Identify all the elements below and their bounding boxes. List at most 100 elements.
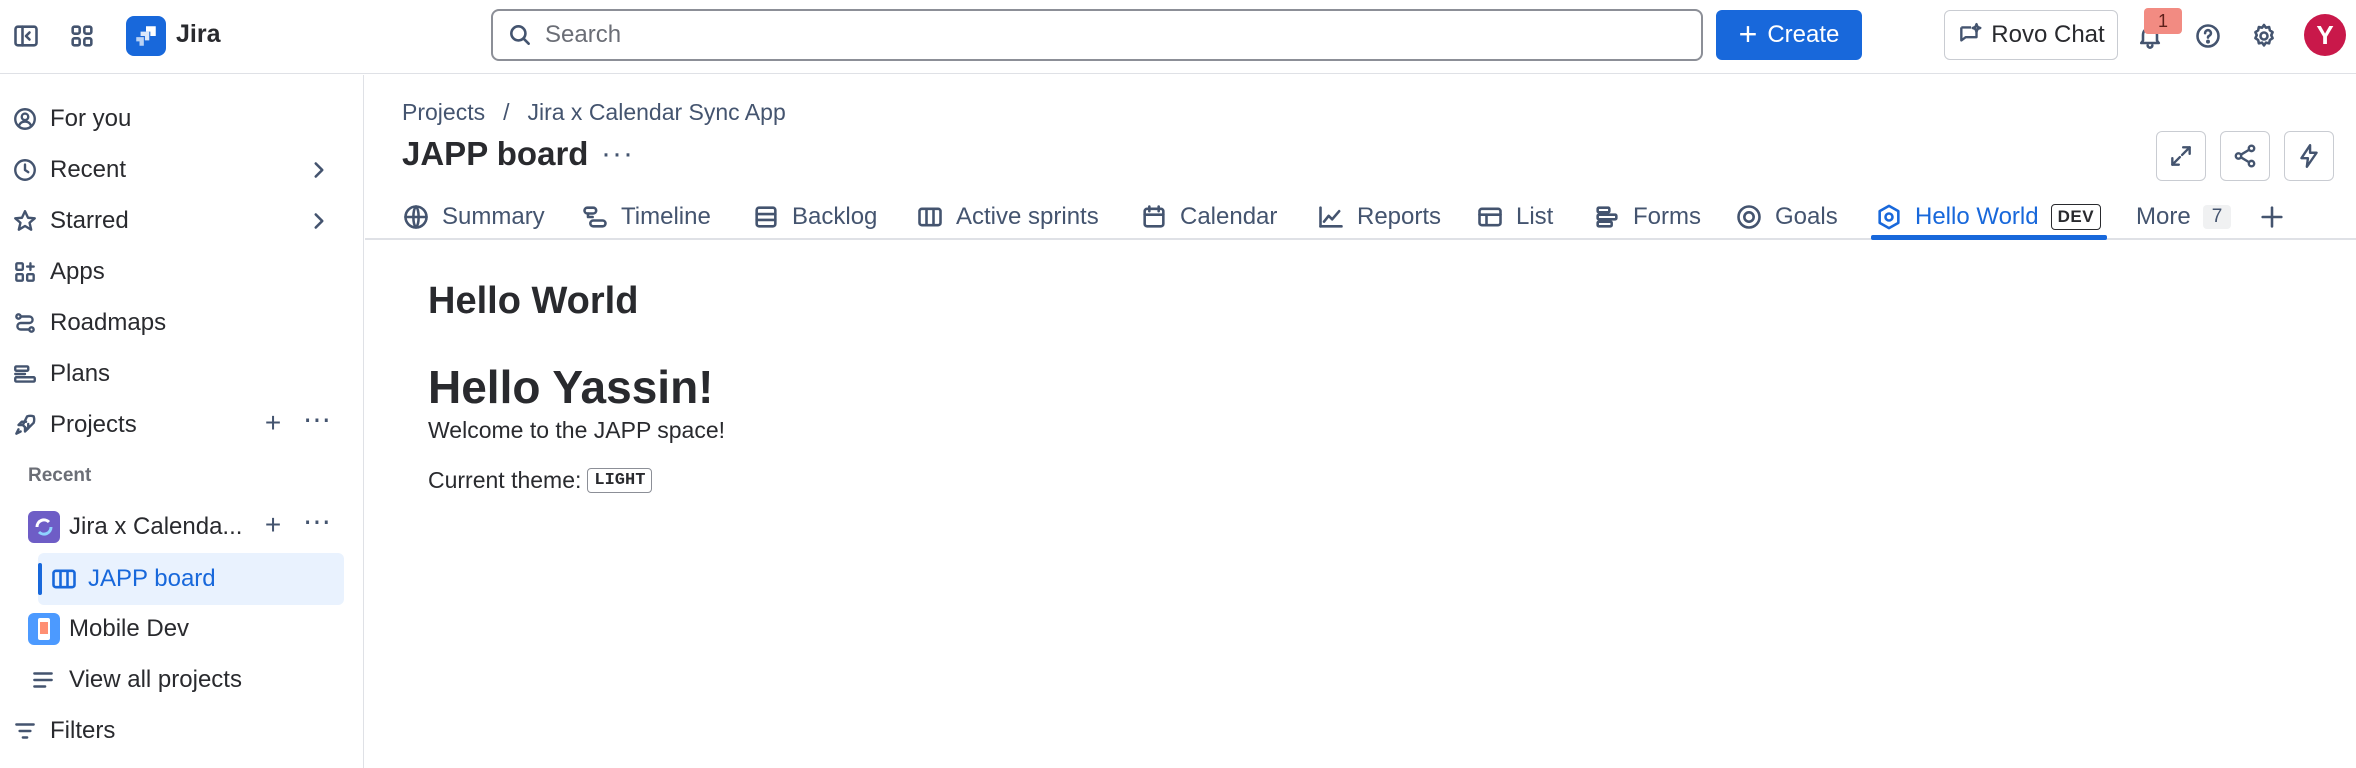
board-label: JAPP board [88, 565, 216, 592]
goal-icon [1737, 204, 1761, 229]
tab-goals[interactable]: Goals [1735, 195, 1838, 238]
user-circle-icon [10, 104, 40, 134]
sidebar-item-label: Projects [50, 411, 137, 438]
sidebar-item-japp-board[interactable]: JAPP board [38, 553, 344, 605]
board-icon [918, 207, 942, 226]
selected-indicator [38, 563, 42, 595]
sidebar-item-roadmaps[interactable]: Roadmaps [0, 300, 344, 346]
sidebar-item-label: Plans [50, 360, 111, 387]
tab-label: Active sprints [956, 202, 1099, 230]
main-content: Projects / Jira x Calendar Sync App JAPP… [365, 75, 2356, 768]
project-label: Mobile Dev [69, 615, 190, 642]
tab-hello-world[interactable]: Hello World DEV [1875, 195, 2102, 238]
jira-logo-icon[interactable] [126, 16, 166, 56]
plus-icon [2261, 205, 2283, 228]
sidebar-item-label: Starred [50, 207, 129, 234]
sidebar-project-mobile-dev[interactable]: Mobile Dev [0, 606, 344, 652]
sidebar-item-label: View all projects [69, 666, 242, 693]
project-avatar-icon [28, 613, 60, 645]
tab-list[interactable]: List [1476, 195, 1553, 238]
tab-active-sprints[interactable]: Active sprints [916, 195, 1099, 238]
project-more-icon[interactable]: ⋯ [302, 506, 332, 537]
sidebar-item-view-all-projects[interactable]: View all projects [0, 657, 344, 703]
tab-label: Summary [442, 202, 545, 230]
top-navigation-bar: Jira + Create Rovo Chat 1 Y [0, 0, 2356, 74]
breadcrumb-projects-link[interactable]: Projects [402, 99, 485, 126]
calendar-icon [1143, 204, 1165, 228]
project-label: Jira x Calenda... [69, 513, 243, 540]
tab-label: Hello World [1915, 202, 2039, 230]
tab-label: Timeline [621, 202, 711, 230]
more-count-badge: 7 [2202, 204, 2232, 229]
help-icon[interactable] [2188, 16, 2228, 56]
sidebar-item-plans[interactable]: Plans [0, 351, 344, 397]
recent-projects-heading: Recent [28, 465, 92, 486]
tab-label: Goals [1775, 202, 1838, 230]
sidebar-project-jira-calendar[interactable]: Jira x Calenda... [0, 504, 344, 550]
create-button[interactable]: + Create [1716, 10, 1862, 60]
search-field[interactable] [491, 9, 1703, 61]
tab-label: Calendar [1180, 202, 1278, 230]
tab-reports[interactable]: Reports [1317, 195, 1441, 238]
tab-summary[interactable]: Summary [402, 195, 545, 238]
forms-icon [1596, 205, 1618, 228]
active-tab-indicator [1871, 235, 2107, 240]
sidebar-item-recent[interactable]: Recent [0, 147, 344, 193]
greeting-heading: Hello Yassin! [428, 361, 714, 413]
collapse-sidebar-icon[interactable] [6, 16, 46, 56]
tab-more[interactable]: More 7 [2136, 195, 2232, 238]
share-button[interactable] [2220, 131, 2270, 181]
board-more-actions-icon[interactable]: ··· [601, 137, 634, 171]
page-title: JAPP board [402, 135, 589, 172]
dev-lozenge: DEV [2050, 203, 2102, 230]
fullscreen-button[interactable] [2156, 131, 2206, 181]
tab-forms[interactable]: Forms [1593, 195, 1701, 238]
add-project-icon[interactable]: + [258, 407, 288, 438]
tab-timeline[interactable]: Timeline [581, 195, 711, 238]
settings-gear-icon[interactable] [2244, 16, 2284, 56]
search-icon [510, 25, 530, 45]
sidebar: For you Recent Starred Apps Roadmaps Pla… [0, 75, 364, 768]
app-switcher-icon[interactable] [62, 16, 102, 56]
globe-icon [404, 204, 428, 229]
sidebar-item-for-you[interactable]: For you [0, 96, 344, 142]
tab-calendar[interactable]: Calendar [1140, 195, 1277, 238]
sidebar-item-projects[interactable]: Projects [0, 402, 344, 448]
add-tab-icon[interactable] [2258, 195, 2286, 238]
tab-label: Backlog [792, 202, 878, 230]
plans-icon [10, 359, 40, 389]
app-name[interactable]: Jira [176, 20, 220, 49]
breadcrumb-project-link[interactable]: Jira x Calendar Sync App [527, 99, 785, 126]
sidebar-item-filters[interactable]: Filters [0, 708, 344, 754]
chevron-right-icon[interactable] [306, 208, 332, 234]
rocket-icon [10, 410, 40, 440]
sidebar-item-starred[interactable]: Starred [0, 198, 344, 244]
sidebar-item-label: Filters [50, 717, 116, 744]
backlog-icon [755, 205, 777, 228]
lightning-icon [2300, 143, 2318, 169]
theme-line: Current theme: LIGHT [428, 467, 653, 494]
app-page-heading: Hello World [428, 280, 639, 322]
sidebar-item-apps[interactable]: Apps [0, 249, 344, 295]
search-input[interactable] [545, 21, 1645, 49]
share-icon [2234, 144, 2256, 168]
automation-button[interactable] [2284, 131, 2334, 181]
app-hex-icon [1878, 204, 1900, 229]
apps-icon [10, 257, 40, 287]
chevron-right-icon[interactable] [306, 157, 332, 183]
add-item-icon[interactable]: + [258, 509, 288, 540]
notification-count-badge: 1 [2144, 8, 2182, 34]
projects-more-icon[interactable]: ⋯ [302, 404, 332, 435]
tab-label: More [2136, 202, 2191, 230]
tab-backlog[interactable]: Backlog [752, 195, 877, 238]
clock-icon [10, 155, 40, 185]
theme-value-code: LIGHT [587, 468, 653, 493]
star-icon [10, 206, 40, 236]
tab-label: Forms [1633, 202, 1701, 230]
user-avatar[interactable]: Y [2304, 14, 2346, 56]
list-icon [1478, 207, 1502, 226]
create-button-label: Create [1767, 21, 1840, 48]
sidebar-item-label: Roadmaps [50, 309, 167, 336]
rovo-chat-button[interactable]: Rovo Chat [1944, 10, 2118, 60]
breadcrumb-separator: / [503, 99, 510, 125]
